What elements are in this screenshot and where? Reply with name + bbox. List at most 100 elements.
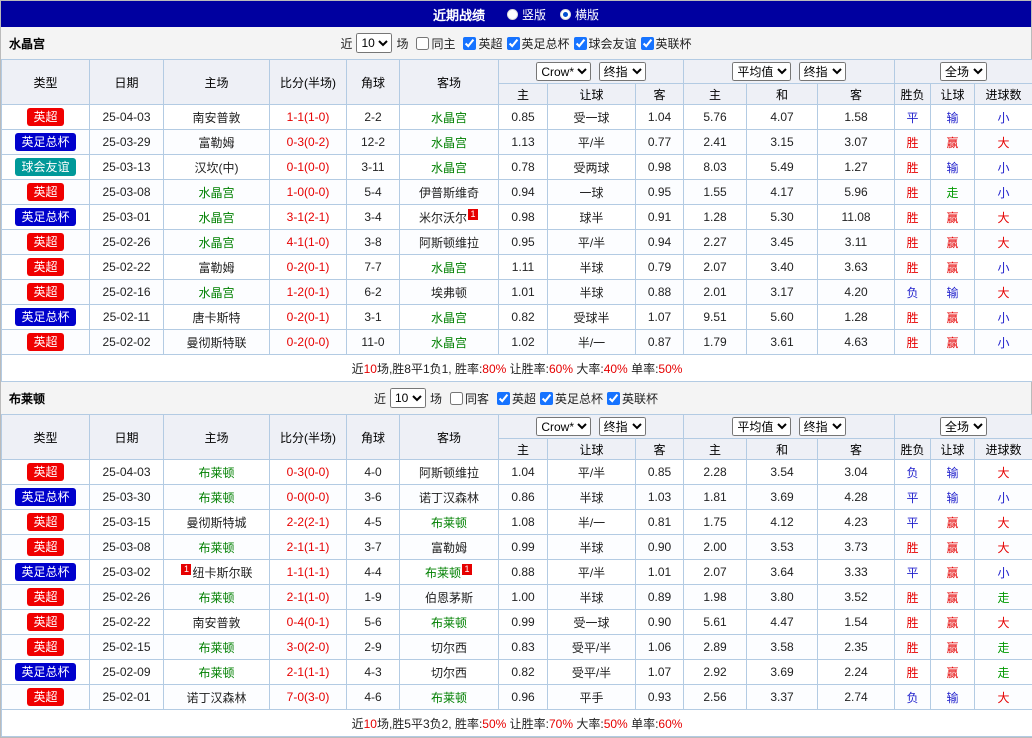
col-handicap-result: 让球 <box>931 84 975 105</box>
league-checkbox[interactable] <box>497 392 510 405</box>
goals-result-cell: 小 <box>975 485 1032 510</box>
league-checkbox[interactable] <box>607 392 620 405</box>
team-name: 埃弗顿 <box>431 286 467 300</box>
match-type-cell: 英足总杯 <box>2 130 90 155</box>
scope-select[interactable]: 全场 <box>940 62 987 81</box>
league-filter[interactable]: 英足总杯 <box>507 35 570 52</box>
odds-company-select[interactable]: Crow* <box>536 417 591 436</box>
league-filter[interactable]: 球会友谊 <box>574 35 637 52</box>
league-badge: 英足总杯 <box>15 488 75 506</box>
summary-row: 近10场,胜8平1负1, 胜率:80% 让胜率:60% 大率:40% 单率:50… <box>2 355 1032 382</box>
goals-result-cell: 小 <box>975 155 1032 180</box>
corner-cell: 3-11 <box>347 155 400 180</box>
avg-away: 1.58 <box>818 105 895 130</box>
scope-select[interactable]: 全场 <box>940 417 987 436</box>
avg-away: 2.35 <box>818 635 895 660</box>
league-filter[interactable]: 英超 <box>463 35 502 52</box>
corner-cell: 12-2 <box>347 130 400 155</box>
match-type-cell: 英超 <box>2 280 90 305</box>
league-filter[interactable]: 英超 <box>497 390 536 407</box>
odds-home: 0.78 <box>499 155 548 180</box>
league-checkbox[interactable] <box>574 37 587 50</box>
view-option-label: 竖版 <box>522 6 546 23</box>
away-team-cell: 布莱顿 <box>400 685 499 710</box>
home-team-cell: 水晶宫 <box>164 180 270 205</box>
away-team-cell: 水晶宫 <box>400 105 499 130</box>
team-name: 曼彻斯特城 <box>186 516 246 530</box>
match-row: 英足总杯25-02-09布莱顿2-1(1-1)4-3切尔西0.82受平/半1.0… <box>2 660 1032 685</box>
league-checkbox[interactable] <box>463 37 476 50</box>
view-option-horizontal[interactable]: 横版 <box>560 6 599 23</box>
odds-time-select[interactable]: 终指 <box>599 62 646 81</box>
team-name: 诺丁汉森林 <box>419 491 479 505</box>
match-date: 25-02-02 <box>90 330 164 355</box>
odds-away: 0.91 <box>636 205 684 230</box>
radio-unselected-icon[interactable] <box>507 9 518 20</box>
match-row: 英超25-02-26水晶宫4-1(1-0)3-8阿斯顿维拉0.95平/半0.94… <box>2 230 1032 255</box>
league-label: 英足总杯 <box>555 390 603 407</box>
score-cell: 1-2(0-1) <box>270 280 347 305</box>
goals-result-cell: 大 <box>975 205 1032 230</box>
league-filter[interactable]: 英足总杯 <box>540 390 603 407</box>
match-count-select[interactable]: 10 <box>390 388 426 408</box>
league-filter[interactable]: 英联杯 <box>641 35 692 52</box>
avg-draw: 3.61 <box>747 330 818 355</box>
avg-home: 2.92 <box>684 660 747 685</box>
league-badge: 英超 <box>27 233 63 251</box>
team-name: 曼彻斯特联 <box>186 336 246 350</box>
avg-time-select[interactable]: 终指 <box>799 417 846 436</box>
team-name: 富勒姆 <box>198 261 234 275</box>
odds-away: 1.01 <box>636 560 684 585</box>
col-avg-away: 客 <box>818 439 895 460</box>
odds-time-select[interactable]: 终指 <box>599 417 646 436</box>
league-label: 英足总杯 <box>522 35 570 52</box>
col-score: 比分(半场) <box>270 60 347 105</box>
home-team-cell: 南安普敦 <box>164 610 270 635</box>
match-row: 英超25-02-01诺丁汉森林7-0(3-0)4-6布莱顿0.96平手0.932… <box>2 685 1032 710</box>
same-side-filter[interactable]: 同客 <box>450 390 489 407</box>
odds-company-select[interactable]: Crow* <box>536 62 591 81</box>
team-name: 水晶宫 <box>431 311 467 325</box>
avg-away: 3.52 <box>818 585 895 610</box>
score-cell: 2-2(2-1) <box>270 510 347 535</box>
league-checkbox[interactable] <box>540 392 553 405</box>
odds-home: 0.86 <box>499 485 548 510</box>
avg-draw: 5.49 <box>747 155 818 180</box>
avg-time-select[interactable]: 终指 <box>799 62 846 81</box>
odds-home: 0.96 <box>499 685 548 710</box>
odds-handicap: 半球 <box>548 485 636 510</box>
home-team-cell: 布莱顿 <box>164 585 270 610</box>
avg-away: 3.11 <box>818 230 895 255</box>
odds-home: 0.98 <box>499 205 548 230</box>
same-side-filter[interactable]: 同主 <box>416 35 455 52</box>
league-filter-group: 英超 英足总杯球会友谊英联杯 <box>459 35 691 52</box>
scope-header: 全场 <box>895 60 1032 84</box>
match-count-select[interactable]: 10 <box>356 33 392 53</box>
avg-type-select[interactable]: 平均值 <box>732 417 791 436</box>
league-filter[interactable]: 英联杯 <box>607 390 658 407</box>
league-checkbox[interactable] <box>507 37 520 50</box>
col-type: 类型 <box>2 415 90 460</box>
avg-header: 平均值 终指 <box>684 60 895 84</box>
odds-away: 0.88 <box>636 280 684 305</box>
col-home: 主场 <box>164 60 270 105</box>
team-name: 水晶宫 <box>431 261 467 275</box>
view-option-vertical[interactable]: 竖版 <box>507 6 546 23</box>
radio-selected-icon[interactable] <box>560 9 571 20</box>
goals-result-cell: 小 <box>975 305 1032 330</box>
league-badge: 英超 <box>27 283 63 301</box>
same-side-checkbox[interactable] <box>450 392 463 405</box>
scope-header: 全场 <box>895 415 1032 439</box>
avg-draw: 3.64 <box>747 560 818 585</box>
home-team-cell: 南安普敦 <box>164 105 270 130</box>
handicap-result-cell: 赢 <box>931 330 975 355</box>
avg-type-select[interactable]: 平均值 <box>732 62 791 81</box>
league-checkbox[interactable] <box>641 37 654 50</box>
score-cell: 2-1(1-1) <box>270 535 347 560</box>
result-cell: 胜 <box>895 255 931 280</box>
filter-controls: 近 10 场 同主 英超英足总杯球会友谊英联杯 <box>340 33 691 53</box>
same-side-checkbox[interactable] <box>416 37 429 50</box>
odds-home: 0.99 <box>499 610 548 635</box>
team-name: 切尔西 <box>431 666 467 680</box>
away-team-cell: 伊普斯维奇 <box>400 180 499 205</box>
